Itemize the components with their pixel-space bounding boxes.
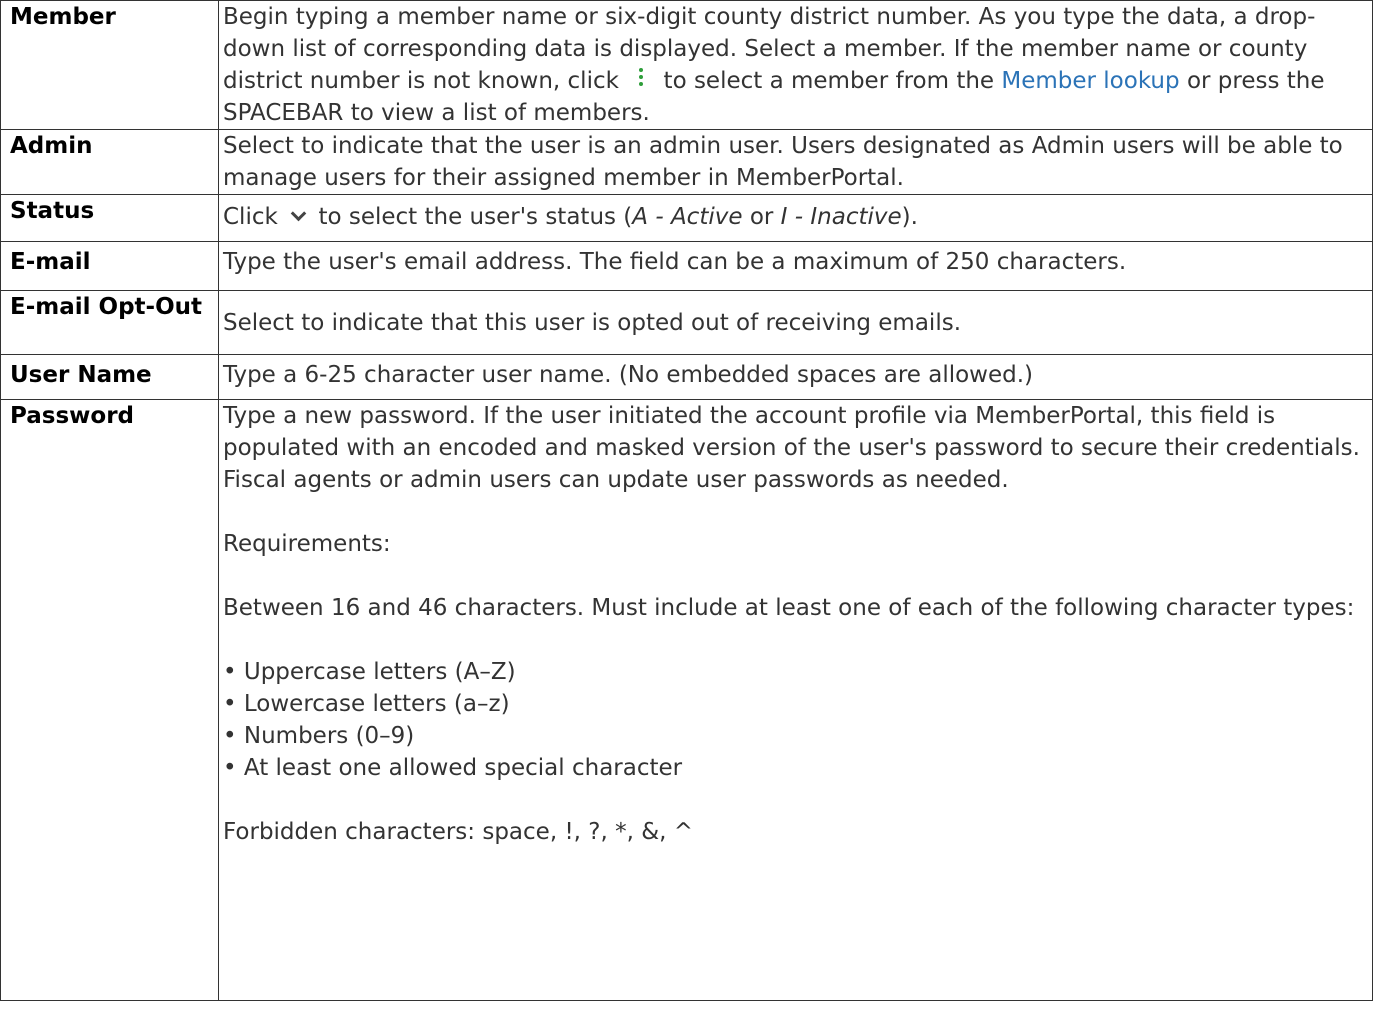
field-label-email-opt-out: E-mail Opt-Out [0, 290, 219, 355]
field-description-member: Begin typing a member name or six-digit … [218, 0, 1373, 130]
status-option-active: A - Active [632, 204, 743, 230]
member-text-2: to select a member from the [663, 68, 995, 94]
status-text-2: to select the user's status ( [318, 204, 633, 230]
field-label-password: Password [0, 399, 219, 1001]
chevron-down-icon [285, 208, 311, 224]
field-description-admin: Select to indicate that the user is an a… [218, 129, 1373, 195]
field-label-status: Status [0, 194, 219, 242]
password-requirements-heading: Requirements: [223, 531, 391, 557]
table-row: Password Type a new password. If the use… [0, 399, 1373, 1001]
field-description-password: Type a new password. If the user initiat… [218, 399, 1373, 1001]
field-label-member: Member [0, 0, 219, 130]
password-rule-item: • At least one allowed special character [223, 755, 683, 781]
field-description-user-name: Type a 6-25 character user name. (No emb… [218, 354, 1373, 400]
password-rule-item: • Lowercase letters (a–z) [223, 691, 510, 717]
table-row: Status Click to select the user's status… [0, 194, 1373, 242]
password-rule-item: • Uppercase letters (A–Z) [223, 659, 516, 685]
password-rule-item: • Numbers (0–9) [223, 723, 415, 749]
table-row: E-mail Opt-Out Select to indicate that t… [0, 290, 1373, 355]
table-row: Member Begin typing a member name or six… [0, 0, 1373, 130]
password-length-rule: Between 16 and 46 characters. Must inclu… [223, 595, 1355, 621]
field-description-email-opt-out: Select to indicate that this user is opt… [218, 290, 1373, 355]
field-description-email: Type the user's email address. The field… [218, 241, 1373, 291]
password-forbidden-characters: Forbidden characters: space, !, ?, *, &,… [223, 819, 694, 845]
field-label-email: E-mail [0, 241, 219, 291]
kebab-menu-icon [626, 68, 656, 90]
field-label-admin: Admin [0, 129, 219, 195]
field-definitions-table: Member Begin typing a member name or six… [0, 0, 1373, 1001]
status-option-inactive: I - Inactive [780, 204, 902, 230]
password-paragraph-intro: Type a new password. If the user initiat… [223, 403, 1360, 493]
status-text-3: or [749, 204, 774, 230]
field-description-status: Click to select the user's status (A - A… [218, 194, 1373, 242]
table-row: User Name Type a 6-25 character user nam… [0, 354, 1373, 400]
table-row: Admin Select to indicate that the user i… [0, 129, 1373, 195]
status-text-1: Click [223, 204, 278, 230]
field-label-user-name: User Name [0, 354, 219, 400]
status-text-4: ). [901, 204, 918, 230]
table-row: E-mail Type the user's email address. Th… [0, 241, 1373, 291]
member-lookup-link[interactable]: Member lookup [1001, 68, 1179, 94]
